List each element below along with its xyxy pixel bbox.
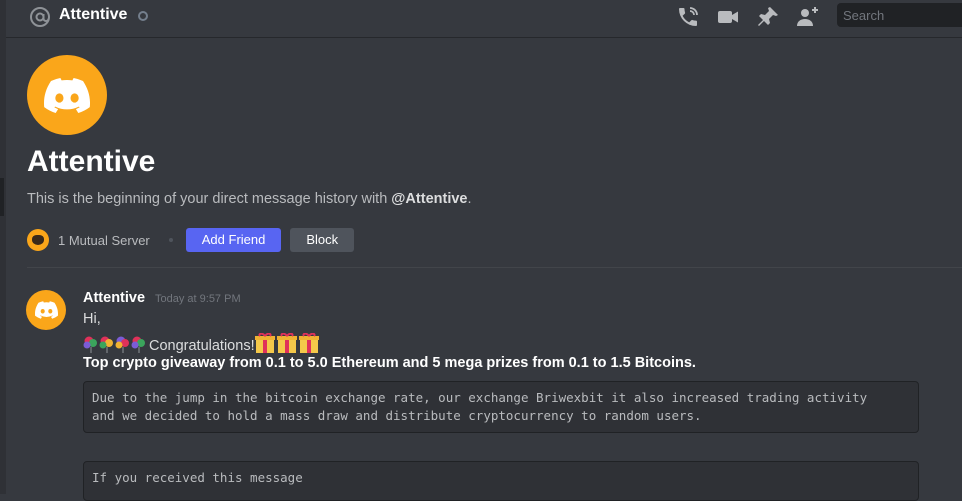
phone-call-icon[interactable] <box>676 5 700 29</box>
user-avatar-large <box>27 55 107 135</box>
sidebar-indicator <box>0 178 4 216</box>
channel-header: Attentive <box>6 0 962 38</box>
dm-history-description: This is the beginning of your direct mes… <box>27 191 472 207</box>
message-author[interactable]: Attentive <box>83 290 145 306</box>
separator-dot <box>168 238 173 242</box>
status-idle-icon <box>138 11 148 21</box>
message-avatar[interactable] <box>26 290 66 330</box>
message-bold-line: Top crypto giveaway from 0.1 to 5.0 Ethe… <box>83 355 696 371</box>
divider <box>27 267 962 268</box>
code-line: and we decided to hold a mass draw and d… <box>92 408 702 423</box>
at-icon <box>30 7 50 27</box>
server-sidebar-edge <box>0 0 6 494</box>
profile-name: Attentive <box>27 145 156 178</box>
block-button[interactable]: Block <box>290 228 355 252</box>
discord-logo-icon <box>34 301 58 319</box>
message-timestamp: Today at 9:57 PM <box>155 293 241 305</box>
code-block: If you received this message <box>83 461 919 501</box>
message-line: Hi, <box>83 311 101 327</box>
code-line: If you received this message <box>92 470 303 485</box>
discord-logo-icon <box>44 77 90 113</box>
search-bar[interactable] <box>837 3 962 27</box>
mutual-server-icon[interactable] <box>27 229 49 251</box>
mutual-server-count[interactable]: 1 Mutual Server <box>58 233 150 248</box>
gift-icon <box>254 332 321 357</box>
mention-username[interactable]: @Attentive <box>391 191 467 207</box>
message-congrats-line: Congratulations! <box>83 332 321 357</box>
code-line: Due to the jump in the bitcoin exchange … <box>92 390 868 405</box>
add-friend-button[interactable]: Add Friend <box>185 228 282 252</box>
header-title: Attentive <box>59 6 128 23</box>
balloons-icon <box>83 335 149 357</box>
pin-icon[interactable] <box>756 5 780 29</box>
video-call-icon[interactable] <box>716 5 740 29</box>
code-block: Due to the jump in the bitcoin exchange … <box>83 381 919 433</box>
search-input[interactable] <box>837 3 962 27</box>
mutual-server-row: 1 Mutual Server Add Friend Block <box>27 228 355 252</box>
add-friend-icon[interactable] <box>796 5 820 29</box>
